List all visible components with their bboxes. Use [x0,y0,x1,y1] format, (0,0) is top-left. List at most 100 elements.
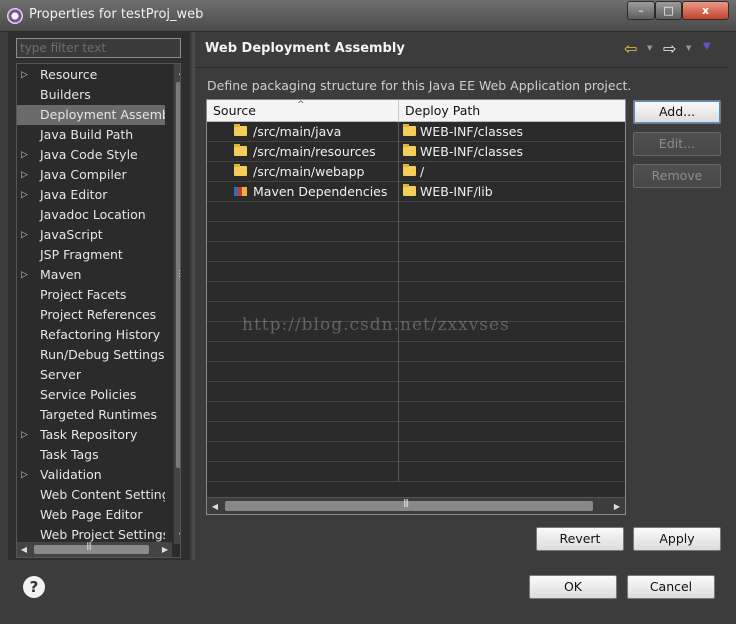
tree-item[interactable]: Project References [17,305,165,325]
tree-item-label: Java Code Style [40,147,138,162]
table-row[interactable] [207,362,625,382]
tree-item[interactable]: Web Page Editor [17,505,165,525]
column-header-deploy-path[interactable]: Deploy Path [399,100,625,122]
tree-item[interactable]: Project Facets [17,285,165,305]
table-row[interactable] [207,422,625,442]
table-horizontal-scrollbar[interactable]: ◀ ▶ [207,497,625,514]
expand-arrow-icon[interactable]: ▷ [21,145,28,165]
tree-horizontal-scrollbar[interactable]: ◀ ▶ [17,541,172,557]
table-scroll-right-icon[interactable]: ▶ [609,498,625,514]
tree-item[interactable]: ▷ Maven [17,265,165,285]
tree-item[interactable]: Server [17,365,165,385]
tree-item[interactable]: ▷ Java Compiler [17,165,165,185]
table-row[interactable] [207,202,625,222]
close-window-button[interactable]: x [682,1,729,20]
expand-arrow-icon[interactable]: ▷ [21,465,28,485]
view-menu-icon[interactable]: ▼ [703,41,711,52]
minimize-button[interactable]: – [627,1,655,20]
help-icon[interactable]: ? [23,576,45,598]
remove-button[interactable]: Remove [633,164,721,188]
tree-item-label: JSP Fragment [40,247,123,262]
deploy-path-text: WEB-INF/classes [420,144,524,159]
table-header: Source ^ Deploy Path [207,100,625,122]
apply-button[interactable]: Apply [633,527,721,551]
tree-item[interactable]: ▷ Resource [17,65,165,85]
expand-arrow-icon[interactable]: ▷ [21,265,28,285]
column-header-source[interactable]: Source ^ [207,100,399,122]
back-history-dropdown-icon[interactable]: ▼ [647,44,652,52]
edit-button[interactable]: Edit... [633,132,721,156]
source-text: /src/main/webapp [253,164,365,179]
left-panel: type filter text ▷ Resource Builders Deploy… [8,32,190,560]
table-row[interactable] [207,242,625,262]
tree-scroll-thumb[interactable] [176,82,180,468]
table-row[interactable] [207,442,625,462]
tree-item[interactable]: ▷ Java Code Style [17,145,165,165]
tree-item[interactable]: Targeted Runtimes [17,405,165,425]
tree-item[interactable]: Run/Debug Settings [17,345,165,365]
tree-item[interactable]: ▷ Validation [17,465,165,485]
deploy-path-text: WEB-INF/classes [420,124,524,139]
table-row[interactable] [207,222,625,242]
tree-item[interactable]: ▷ JavaScript [17,225,165,245]
tree-item-label: Deployment Assembly [40,107,165,122]
source-cell [207,442,399,462]
expand-arrow-icon[interactable]: ▷ [21,185,28,205]
maximize-button[interactable]: □ [655,1,682,20]
table-row[interactable]: /src/main/java WEB-INF/classes [207,122,625,142]
tree-item[interactable]: Deployment Assembly [17,105,165,125]
tree-item[interactable]: Web Content Settings [17,485,165,505]
source-cell [207,282,399,302]
table-row[interactable]: /src/main/webapp / [207,162,625,182]
table-row[interactable]: Maven Dependencies WEB-INF/lib [207,182,625,202]
forward-arrow-icon[interactable]: ⇨ [663,39,676,58]
expand-arrow-icon[interactable]: ▷ [21,65,28,85]
scroll-left-arrow-icon[interactable]: ◀ [17,542,31,557]
table-row[interactable] [207,462,625,482]
tree-item[interactable]: Javadoc Location [17,205,165,225]
tree-item[interactable]: JSP Fragment [17,245,165,265]
scroll-right-arrow-icon[interactable]: ▶ [158,542,172,557]
tree-item-label: Service Policies [40,387,137,402]
tree-hscroll-thumb[interactable] [34,541,149,554]
tree-item-label: Refactoring History [40,327,161,342]
tree-item[interactable]: ▷ Task Repository [17,425,165,445]
folder-icon [403,124,416,136]
source-cell [207,222,399,242]
table-row[interactable] [207,262,625,282]
source-cell: /src/main/webapp [207,162,399,182]
revert-button[interactable]: Revert [536,527,624,551]
table-row[interactable] [207,282,625,302]
table-row[interactable] [207,402,625,422]
tree-item[interactable]: Java Build Path [17,125,165,145]
table-hscroll-thumb[interactable] [225,498,593,511]
panel-sash[interactable] [192,32,195,560]
ok-button[interactable]: OK [529,575,617,599]
tree-item[interactable]: Task Tags [17,445,165,465]
deploy-path-cell [399,462,625,482]
folder-icon [403,144,416,156]
table-scroll-left-icon[interactable]: ◀ [207,498,223,514]
deployment-assembly-table: Source ^ Deploy Path /src/main/java WEB-I… [206,99,626,515]
scroll-down-arrow-icon[interactable]: ▼ [174,528,180,544]
scroll-up-arrow-icon[interactable]: ▲ [174,64,180,80]
expand-arrow-icon[interactable]: ▷ [21,165,28,185]
expand-arrow-icon[interactable]: ▷ [21,225,28,245]
back-arrow-icon[interactable]: ⇦ [624,39,637,58]
table-row[interactable]: /src/main/resources WEB-INF/classes [207,142,625,162]
folder-icon [234,124,247,136]
tree-item[interactable]: ▷ Java Editor [17,185,165,205]
tree-vertical-scrollbar[interactable]: ▲ ▼ [173,64,180,544]
table-row[interactable] [207,342,625,362]
library-icon [234,187,247,196]
expand-arrow-icon[interactable]: ▷ [21,425,28,445]
add-button[interactable]: Add... [633,100,721,124]
deploy-path-cell [399,262,625,282]
table-row[interactable] [207,382,625,402]
tree-item[interactable]: Service Policies [17,385,165,405]
filter-input[interactable]: type filter text [16,38,181,58]
cancel-button[interactable]: Cancel [627,575,715,599]
tree-item[interactable]: Refactoring History [17,325,165,345]
forward-history-dropdown-icon[interactable]: ▼ [686,44,691,52]
tree-item[interactable]: Builders [17,85,165,105]
